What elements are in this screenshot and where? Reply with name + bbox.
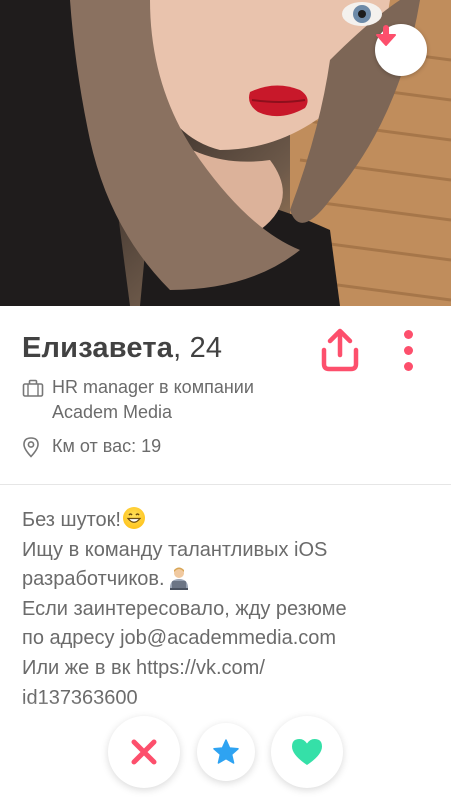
more-dot: [403, 345, 413, 355]
profile-bio: Без шуток! Ищу в команду талантливых iOS…: [22, 506, 442, 713]
technologist-emoji-icon: [167, 566, 191, 591]
arrow-down-icon: [376, 25, 396, 46]
star-icon: [213, 739, 239, 764]
share-button[interactable]: [316, 326, 364, 374]
job-line: Academ Media: [52, 402, 173, 422]
bio-line: Если заинтересовало, жду резюме: [22, 597, 347, 620]
grinning-face-emoji-icon: [122, 507, 145, 529]
bio-line-text: Без шуток!: [22, 509, 121, 531]
bio-line: разработчиков.: [22, 565, 442, 595]
more-dot: [403, 361, 413, 371]
super-like-button[interactable]: [197, 723, 255, 781]
section-divider: [0, 484, 451, 485]
more-options-button[interactable]: [395, 326, 421, 374]
job-text: HR manager в компании Academ Media: [52, 375, 254, 425]
like-button[interactable]: [271, 716, 343, 788]
profile-age: , 24: [173, 332, 223, 364]
nope-button[interactable]: [108, 716, 180, 788]
profile-name-age: Елизавета, 24: [22, 332, 222, 365]
job-info: HR manager в компании Academ Media: [22, 375, 254, 425]
briefcase-icon: [22, 375, 52, 400]
bio-line: по адресу job@academmedia.com: [22, 627, 337, 650]
job-line: HR manager в компании: [52, 377, 254, 397]
close-icon: [131, 739, 157, 765]
bio-line: Без шуток!: [22, 506, 442, 536]
distance-text: Км от вас: 19: [52, 436, 162, 456]
bio-line: Ищу в команду талантливых iOS: [22, 538, 328, 561]
bio-line: Или же в вк https://vk.com/: [22, 656, 265, 679]
heart-icon: [292, 739, 322, 765]
profile-name: Елизавета: [22, 332, 174, 364]
profile-photo[interactable]: [0, 0, 451, 306]
more-dot: [403, 329, 413, 339]
collapse-profile-button[interactable]: [375, 24, 427, 76]
distance-info: Км от вас: 19: [22, 434, 161, 459]
location-pin-icon: [22, 434, 52, 459]
bio-line-text: разработчиков.: [22, 568, 165, 591]
share-icon: [321, 328, 359, 372]
